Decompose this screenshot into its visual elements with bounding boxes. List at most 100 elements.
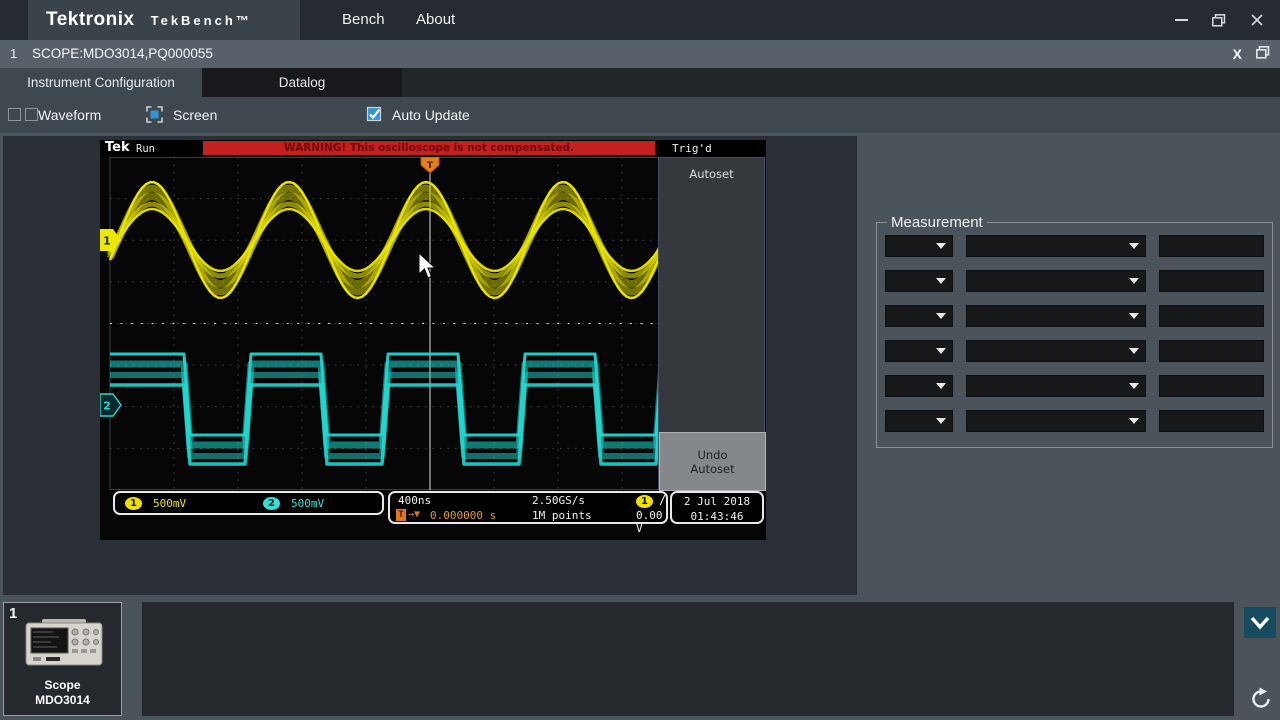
instrument-tile-scope[interactable]: 1 Scope MDO3014 — [3, 602, 122, 716]
measurement-value-field-row4[interactable] — [1159, 340, 1264, 362]
menu-bench[interactable]: Bench — [336, 0, 391, 40]
mouse-cursor-icon — [418, 252, 442, 280]
ch2-scale: 500mV — [291, 497, 324, 510]
measurement-type-select-row6[interactable] — [966, 410, 1146, 432]
tekbench-window: { "window": { "brand": "Tektronix", "pro… — [0, 0, 1280, 720]
instrument-bar: 1 SCOPE:MDO3014,PQ000055 X — [0, 40, 1280, 68]
waveform-checkbox[interactable] — [8, 108, 38, 121]
measurement-channel-select-row1[interactable] — [885, 235, 953, 257]
measurement-type-select-row5[interactable] — [966, 375, 1146, 397]
ch2-badge: 2 — [263, 497, 280, 510]
ch1-badge: 1 — [125, 497, 142, 510]
minimize-icon — [1175, 19, 1188, 21]
refresh-icon — [1249, 687, 1273, 711]
dropdown-caret-icon — [936, 278, 946, 284]
instrument-close-button[interactable]: X — [1229, 40, 1246, 68]
measurement-type-select-row2[interactable] — [966, 270, 1146, 292]
scope-status-bar: Tek Run WARNING! This oscilloscope is no… — [100, 140, 766, 157]
undo-autoset-button: Undo Autoset — [659, 432, 766, 491]
sample-rate: 2.50GS/s — [532, 494, 585, 507]
checkbox-unchecked-icon — [8, 108, 38, 121]
checkbox-checked-icon — [366, 106, 383, 123]
tile-index: 1 — [9, 605, 17, 622]
refresh-button[interactable] — [1246, 684, 1276, 714]
tek-logo: Tek — [105, 140, 130, 155]
chevron-down-icon — [1249, 615, 1271, 631]
tab-datalog[interactable]: Datalog — [202, 68, 402, 97]
datetime-readout: 2 Jul 2018 01:43:46 — [670, 491, 764, 524]
screen-label[interactable]: Screen — [173, 107, 217, 123]
trigger-level: 0.00 V — [636, 509, 666, 535]
measurement-channel-select-row6[interactable] — [885, 410, 953, 432]
dropdown-caret-icon — [1129, 383, 1139, 389]
scope-trigger-status: Trig'd — [672, 142, 712, 155]
restore-button[interactable] — [1204, 6, 1234, 34]
measurement-type-select-row4[interactable] — [966, 340, 1146, 362]
menu-about[interactable]: About — [410, 0, 461, 40]
window-controls — [1166, 0, 1272, 40]
measurement-channel-select-row5[interactable] — [885, 375, 953, 397]
measurement-value-field-row3[interactable] — [1159, 305, 1264, 327]
measurement-value-field-row5[interactable] — [1159, 375, 1264, 397]
measurement-type-select-row1[interactable] — [966, 235, 1146, 257]
dropdown-caret-icon — [936, 348, 946, 354]
record-length: 1M points — [532, 509, 592, 522]
auto-update-label[interactable]: Auto Update — [392, 107, 470, 123]
minimize-button[interactable] — [1166, 6, 1196, 34]
measurement-value-field-row1[interactable] — [1159, 235, 1264, 257]
scope-acquisition-status: Run — [136, 143, 155, 155]
dropdown-caret-icon — [936, 243, 946, 249]
measurement-row-5 — [885, 375, 1264, 397]
measurement-value-field-row2[interactable] — [1159, 270, 1264, 292]
measurement-value-field-row6[interactable] — [1159, 410, 1264, 432]
measurement-row-4 — [885, 340, 1264, 362]
toolbar: Waveform Screen Auto Update Export — [0, 97, 1280, 133]
dock-collapse-button[interactable] — [1244, 607, 1276, 638]
screen-checkbox[interactable] — [146, 106, 163, 128]
scope-warning-banner: WARNING! This oscilloscope is not compen… — [203, 141, 655, 155]
tekbench-product-name: TekBench™ — [151, 13, 252, 28]
popout-icon — [1256, 46, 1270, 59]
dropdown-caret-icon — [1129, 313, 1139, 319]
dropdown-caret-icon — [936, 383, 946, 389]
dropdown-caret-icon — [936, 313, 946, 319]
tektronix-logo: Tektronix — [46, 9, 135, 31]
channel-scale-readout: 1 500mV 2 500mV — [113, 491, 384, 515]
measurement-row-1 — [885, 235, 1264, 257]
oscilloscope-thumbnail-icon — [24, 619, 104, 669]
horizontal-scale: 400ns — [398, 494, 431, 507]
measurement-row-3 — [885, 305, 1264, 327]
measurement-panel: Measurement — [876, 214, 1273, 448]
measurement-channel-select-row2[interactable] — [885, 270, 953, 292]
dropdown-caret-icon — [1129, 278, 1139, 284]
auto-update-checkbox[interactable] — [366, 106, 383, 128]
svg-text:T: T — [427, 161, 434, 171]
measurement-channel-select-row3[interactable] — [885, 305, 953, 327]
scope-screen-image: Tek Run WARNING! This oscilloscope is no… — [100, 140, 766, 540]
dropdown-caret-icon — [1129, 348, 1139, 354]
dropdown-caret-icon — [936, 418, 946, 424]
tab-instrument-configuration[interactable]: Instrument Configuration — [0, 68, 202, 97]
logo-panel: Tektronix TekBench™ — [28, 0, 300, 40]
title-bar: Tektronix TekBench™ Bench About — [0, 0, 1280, 40]
dock-panel — [142, 602, 1234, 716]
screen-selected-icon — [146, 106, 163, 123]
instrument-popout-button[interactable] — [1256, 46, 1270, 64]
waveform-label[interactable]: Waveform — [38, 107, 101, 123]
measurement-channel-select-row4[interactable] — [885, 340, 953, 362]
tile-label: Scope MDO3014 — [4, 678, 121, 708]
close-button[interactable] — [1242, 6, 1272, 34]
svg-text:2: 2 — [103, 400, 111, 413]
scope-date: 2 Jul 2018 — [672, 494, 762, 509]
autoset-menu-title: Autoset — [659, 167, 764, 181]
restore-icon — [1212, 14, 1226, 27]
measurement-type-select-row3[interactable] — [966, 305, 1146, 327]
dropdown-caret-icon — [1129, 243, 1139, 249]
measurement-rows — [883, 235, 1266, 432]
instrument-index: 1 — [10, 40, 17, 68]
instrument-title: SCOPE:MDO3014,PQ000055 — [32, 40, 213, 68]
svg-text:1: 1 — [103, 235, 111, 248]
measurement-legend: Measurement — [887, 214, 987, 231]
measurement-row-2 — [885, 270, 1264, 292]
trigger-source-badge: 1 — [636, 495, 653, 508]
